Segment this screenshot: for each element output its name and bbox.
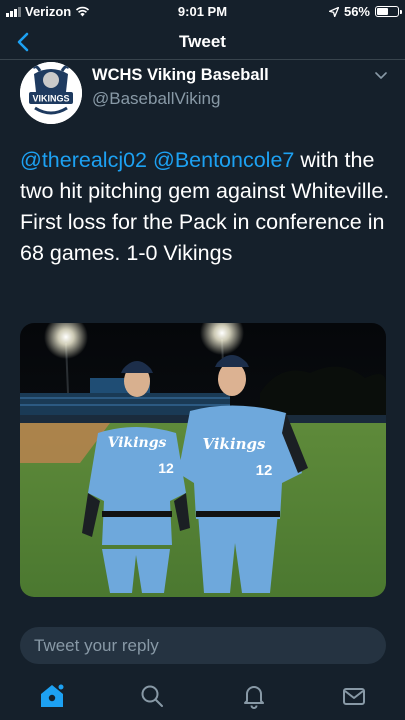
jersey-number: 12 (158, 460, 174, 476)
jersey-number: 12 (256, 462, 273, 479)
reply-placeholder: Tweet your reply (34, 636, 159, 655)
battery-icon (375, 6, 402, 17)
mention-link[interactable]: @Bentoncole7 (153, 148, 294, 172)
home-icon[interactable] (38, 682, 66, 710)
notifications-icon[interactable] (240, 682, 268, 710)
messages-icon[interactable] (340, 682, 368, 710)
reply-input[interactable]: Tweet your reply (20, 627, 386, 664)
author-name[interactable]: WCHS Viking Baseball (92, 66, 269, 85)
nav-header: Tweet (0, 22, 405, 60)
vikings-logo-icon: VIKINGS (20, 62, 82, 124)
author-handle[interactable]: @BaseballViking (92, 89, 220, 109)
tab-bar (0, 672, 405, 720)
status-right: 56% (328, 4, 402, 19)
baseball-players-photo: Vikings 12 Vikings 12 (20, 323, 386, 597)
status-bar: Verizon 9:01 PM 56% (0, 0, 405, 22)
page-title: Tweet (179, 32, 226, 51)
mention-link[interactable]: @therealcj02 (20, 148, 147, 172)
jersey-text: Vikings (108, 435, 167, 451)
tweet-header: VIKINGS WCHS Viking Baseball @BaseballVi… (20, 62, 390, 124)
battery-percent: 56% (343, 4, 370, 19)
battery-level (377, 8, 388, 15)
tweet-text: @therealcj02 @Bentoncole7 with the two h… (20, 145, 390, 269)
chevron-down-icon[interactable] (374, 70, 388, 80)
avatar-logo-text: VIKINGS (32, 94, 69, 104)
avatar[interactable]: VIKINGS (20, 62, 82, 124)
location-arrow-icon (328, 6, 339, 17)
search-icon[interactable] (138, 682, 166, 710)
tweet-photo[interactable]: Vikings 12 Vikings 12 (20, 323, 386, 597)
jersey-text: Vikings (202, 435, 266, 453)
